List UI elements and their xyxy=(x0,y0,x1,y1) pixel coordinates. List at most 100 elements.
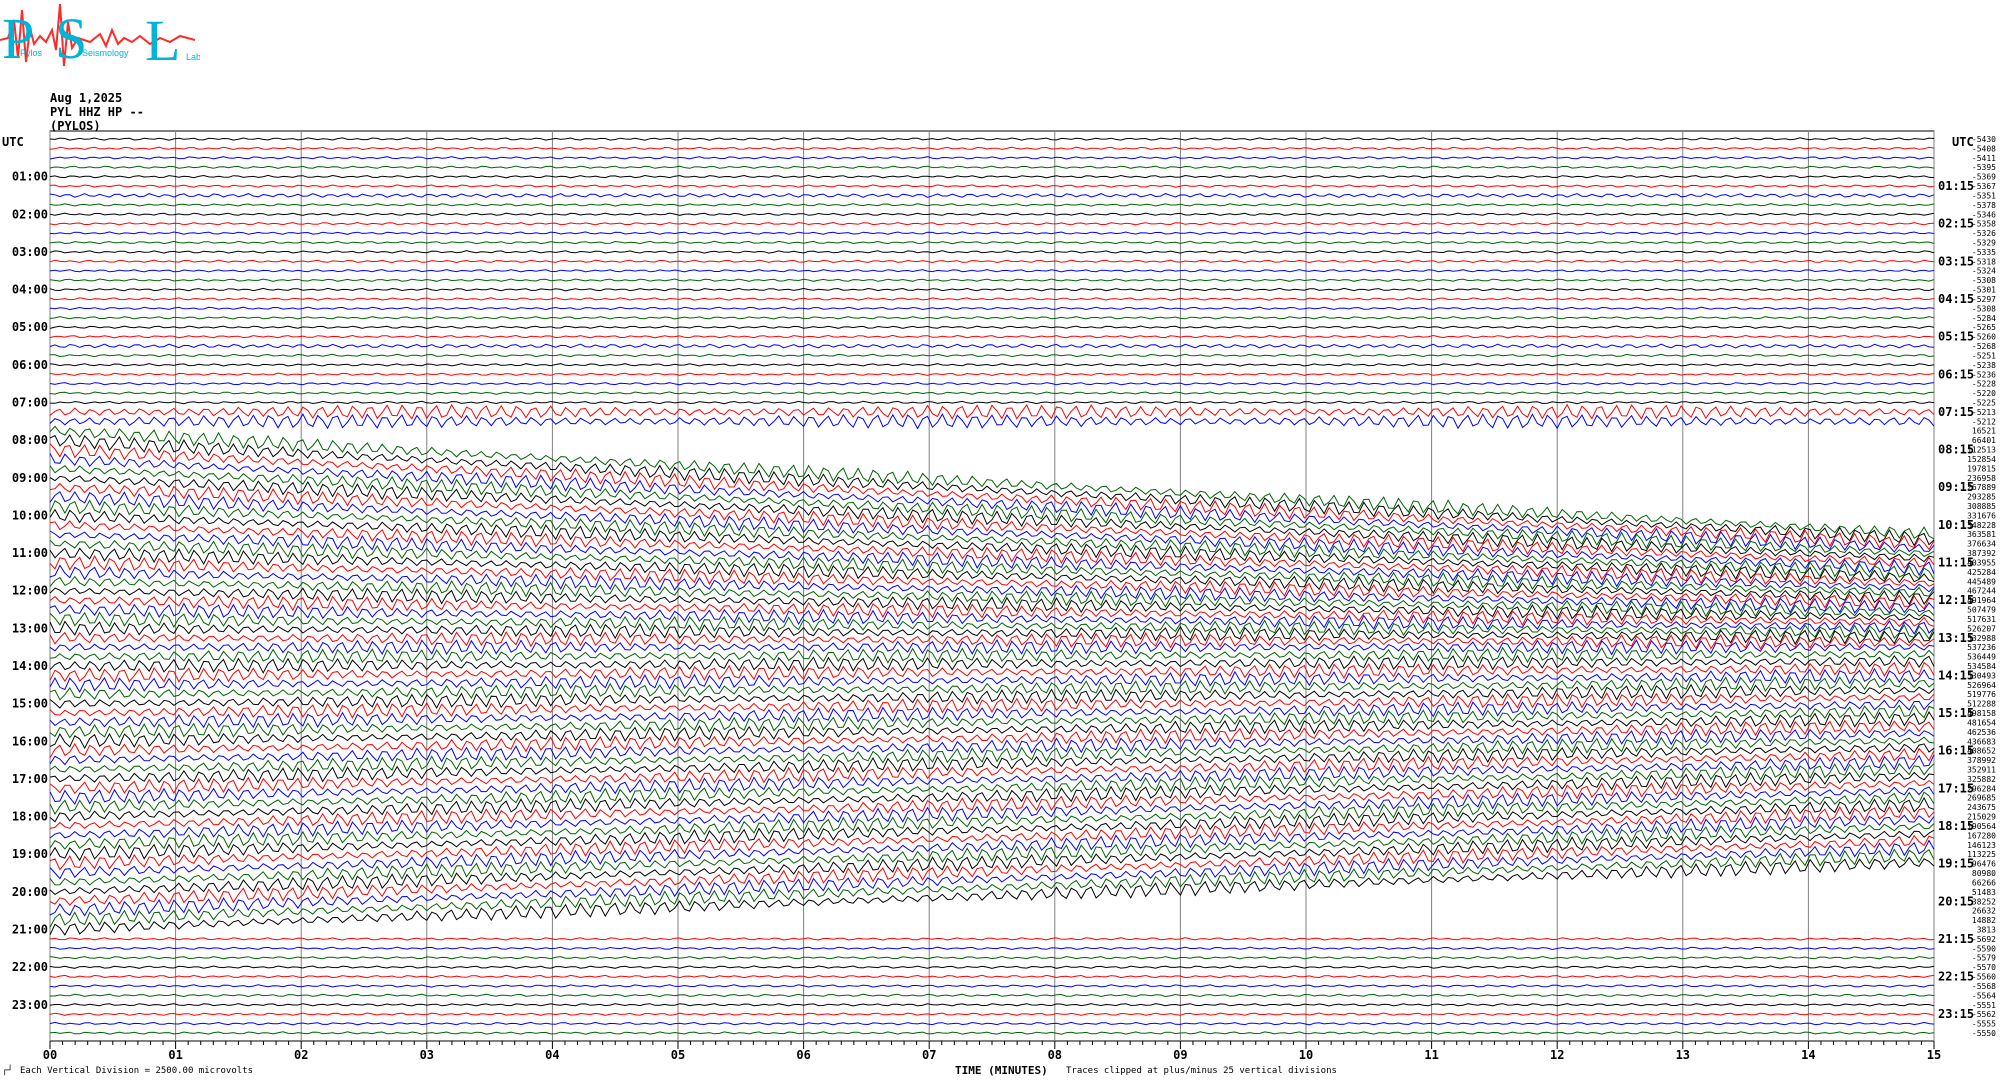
helicorder-plot: 00 01 02 03 04 05 06 07 08 09 10 11 12 13 14 15-5430-54… xyxy=(2,130,1996,1062)
trace-offset-label: 517631 xyxy=(1967,615,1996,624)
trace-offset-label: -5324 xyxy=(1972,267,1996,276)
seismic-trace xyxy=(49,683,1935,710)
seismic-trace xyxy=(49,736,1935,773)
trace-offset-label: 66401 xyxy=(1972,436,1996,445)
right-hour-label: 08:15 xyxy=(1938,443,1974,457)
trace-offset-label: -5550 xyxy=(1972,1029,1996,1038)
seismic-trace xyxy=(49,1012,1935,1016)
trace-offset-label: -5236 xyxy=(1972,370,1996,379)
trace-offset-label: 376634 xyxy=(1967,540,1996,549)
seismic-trace xyxy=(49,747,1935,795)
x-tick-label: 13 xyxy=(1676,1048,1690,1062)
seismic-trace xyxy=(49,834,1935,906)
x-tick-label: 08 xyxy=(1048,1048,1062,1062)
x-tick-label: 04 xyxy=(545,1048,559,1062)
x-tick-label: 14 xyxy=(1801,1048,1815,1062)
left-hour-label: 15:00 xyxy=(12,697,48,711)
trace-offset-label: -5308 xyxy=(1972,304,1996,313)
seismic-trace xyxy=(50,353,1935,358)
seismic-trace xyxy=(49,203,1935,207)
right-hour-label: 10:15 xyxy=(1938,518,1974,532)
seismic-trace xyxy=(49,146,1935,151)
trace-offset-label: 16521 xyxy=(1972,427,1996,436)
trace-offset-label: -5326 xyxy=(1972,229,1996,238)
seismic-trace xyxy=(49,240,1935,245)
left-hour-label: 13:00 xyxy=(12,621,48,635)
left-hour-label: 12:00 xyxy=(12,584,48,598)
trace-offset-label: -5369 xyxy=(1972,173,1996,182)
trace-offset-label: 26632 xyxy=(1972,907,1996,916)
trace-offset-label: -5395 xyxy=(1972,163,1996,172)
x-tick-label: 03 xyxy=(420,1048,434,1062)
x-tick-label: 10 xyxy=(1299,1048,1313,1062)
seismic-trace xyxy=(49,400,1935,405)
trace-offset-label: -5378 xyxy=(1972,201,1996,210)
left-hour-label: 20:00 xyxy=(12,885,48,899)
trace-offset-label: -5329 xyxy=(1972,239,1996,248)
trace-offset-label: 96476 xyxy=(1972,860,1996,869)
trace-offset-label: -5268 xyxy=(1972,342,1996,351)
seismic-trace xyxy=(49,786,1935,839)
left-hour-label: 16:00 xyxy=(12,734,48,748)
trace-offset-label: -5284 xyxy=(1972,314,1996,323)
trace-offset-label: -5301 xyxy=(1972,286,1996,295)
seismic-trace xyxy=(49,156,1935,160)
trace-offset-label: -5411 xyxy=(1972,154,1996,163)
seismic-trace xyxy=(49,955,1935,960)
trace-offset-label: 38252 xyxy=(1972,897,1996,906)
seismic-trace xyxy=(49,508,1935,584)
trace-offset-label: -5564 xyxy=(1972,991,1996,1000)
left-hour-label: 23:00 xyxy=(12,998,48,1012)
left-hour-label: 03:00 xyxy=(12,245,48,259)
x-tick-label: 00 xyxy=(43,1048,57,1062)
trace-offset-label: -5590 xyxy=(1972,944,1996,953)
seismic-trace xyxy=(49,363,1935,367)
right-hour-label: 01:15 xyxy=(1938,179,1974,193)
seismic-trace xyxy=(49,316,1935,320)
seismic-trace xyxy=(49,1003,1935,1007)
trace-offset-label: -5692 xyxy=(1972,935,1996,944)
x-tick-label: 01 xyxy=(168,1048,182,1062)
left-hour-label: 17:00 xyxy=(12,772,48,786)
trace-offset-label: -5335 xyxy=(1972,248,1996,257)
trace-offset-label: -5318 xyxy=(1972,257,1996,266)
left-hour-label: 18:00 xyxy=(12,810,48,824)
trace-offset-label: -5297 xyxy=(1972,295,1996,304)
left-hour-label: 08:00 xyxy=(12,433,48,447)
left-hour-label: 02:00 xyxy=(12,207,48,221)
trace-offset-label: 197815 xyxy=(1967,464,1996,473)
seismic-trace xyxy=(49,250,1935,254)
trace-offset-label: 352911 xyxy=(1967,766,1996,775)
x-tick-label: 02 xyxy=(294,1048,308,1062)
clip-note: Traces clipped at plus/minus 25 vertical… xyxy=(1066,1066,1337,1076)
trace-offset-label: 3813 xyxy=(1977,925,1996,934)
seismic-trace xyxy=(49,184,1935,188)
trace-offset-label: -5260 xyxy=(1972,333,1996,342)
x-tick-label: 05 xyxy=(671,1048,685,1062)
seismic-trace xyxy=(49,372,1935,377)
x-tick-label: 15 xyxy=(1927,1048,1941,1062)
seismic-trace xyxy=(49,269,1935,273)
right-hour-label: 18:15 xyxy=(1938,819,1974,833)
seismic-trace xyxy=(49,212,1935,217)
right-hour-label: 02:15 xyxy=(1938,217,1974,231)
trace-offset-label: 51483 xyxy=(1972,888,1996,897)
trace-offset-label: 66266 xyxy=(1972,878,1996,887)
trace-offset-label: -5551 xyxy=(1972,1001,1996,1010)
left-hour-label: 19:00 xyxy=(12,847,48,861)
left-hour-label: 05:00 xyxy=(12,320,48,334)
seismic-trace xyxy=(49,343,1935,349)
x-tick-label: 12 xyxy=(1550,1048,1564,1062)
trace-offset-label: -5579 xyxy=(1972,954,1996,963)
left-hour-label: 04:00 xyxy=(12,283,48,297)
seismic-trace xyxy=(49,1021,1935,1026)
left-axis-label: UTC xyxy=(2,135,24,149)
seismic-trace xyxy=(49,937,1935,941)
right-hour-label: 07:15 xyxy=(1938,405,1974,419)
left-hour-label: 07:00 xyxy=(12,395,48,409)
right-hour-label: 19:15 xyxy=(1938,857,1974,871)
seismic-trace xyxy=(49,984,1935,988)
seismic-trace xyxy=(49,231,1935,235)
seismic-trace xyxy=(49,520,1935,587)
trace-offset-label: -5212 xyxy=(1972,417,1996,426)
